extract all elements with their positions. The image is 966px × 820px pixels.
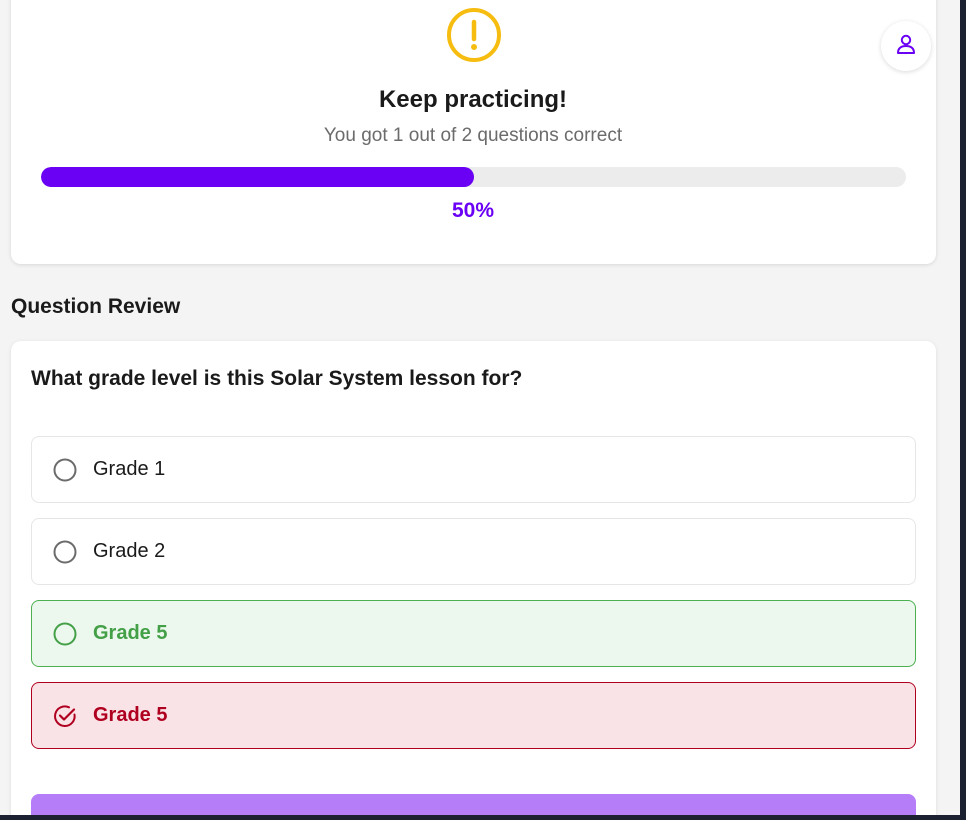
answer-option[interactable]: Grade 1 <box>31 436 916 503</box>
answer-option-label: Grade 5 <box>93 704 168 726</box>
radio-empty-icon <box>52 457 78 483</box>
continue-button[interactable] <box>31 794 916 815</box>
check-circle-icon <box>52 703 78 729</box>
score-progress-bar <box>41 167 906 187</box>
radio-empty-icon <box>52 621 78 647</box>
answer-option-label: Grade 2 <box>93 540 166 562</box>
user-icon <box>894 32 918 61</box>
app-viewport: Keep practicing! You got 1 out of 2 ques… <box>0 0 960 815</box>
answer-option-selected-wrong[interactable]: Grade 5 <box>31 682 916 749</box>
answer-option[interactable]: Grade 2 <box>31 518 916 585</box>
answer-option-label: Grade 5 <box>93 622 168 644</box>
question-text: What grade level is this Solar System le… <box>31 367 523 390</box>
answer-option-label: Grade 1 <box>93 458 166 480</box>
score-progress-fill <box>41 167 474 187</box>
answer-option-correct[interactable]: Grade 5 <box>31 600 916 667</box>
result-subtitle: You got 1 out of 2 questions correct <box>323 125 623 146</box>
result-title: Keep practicing! <box>378 86 568 113</box>
section-title: Question Review <box>11 295 181 318</box>
radio-empty-icon <box>52 539 78 565</box>
exclamation-circle-icon <box>446 7 502 63</box>
score-percent: 50% <box>451 199 495 222</box>
profile-button[interactable] <box>881 21 931 71</box>
